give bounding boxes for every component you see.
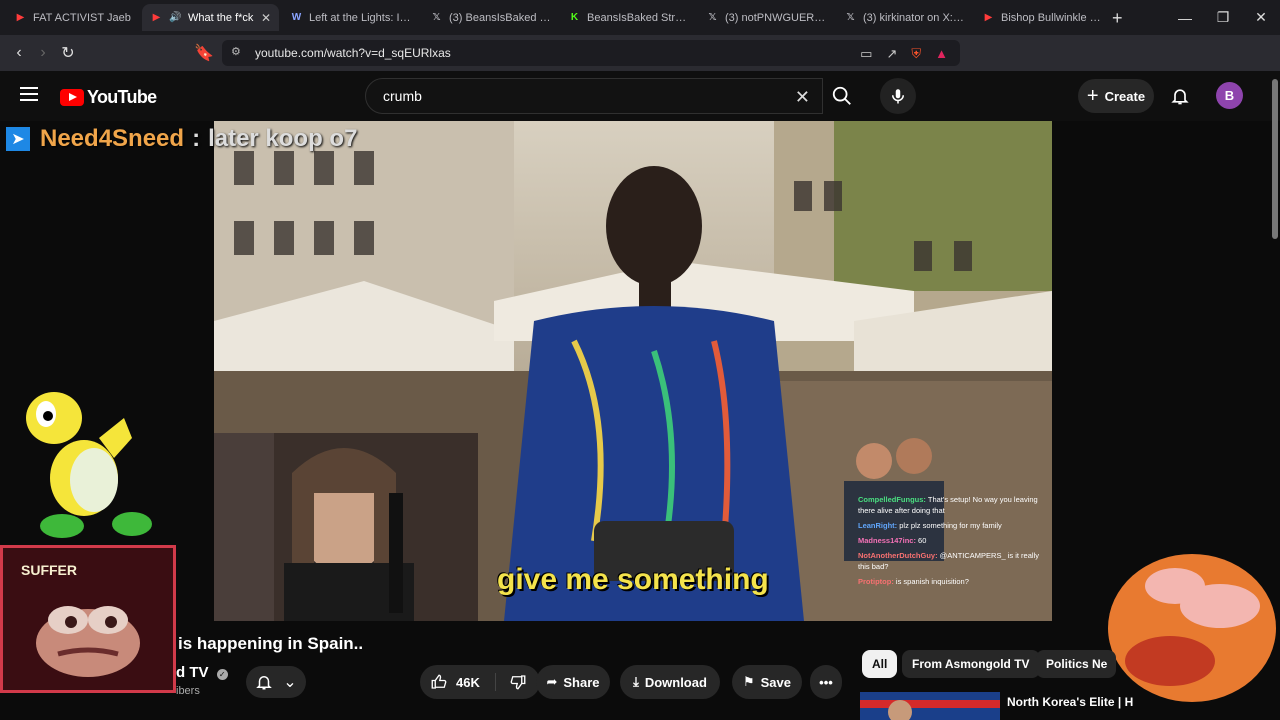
chat-line: Madness147inc: 60 — [858, 536, 927, 545]
minimize-icon[interactable]: — — [1166, 10, 1204, 26]
browser-tab-bar: ▶ FAT ACTIVIST Jaeb ▶ 🔊 What the f*ck ✕ … — [0, 0, 1280, 35]
more-actions-button[interactable]: ••• — [810, 665, 842, 699]
browser-tab[interactable]: 𝕏 (3) kirkinator on X: "N — [836, 4, 973, 31]
cast-icon[interactable]: ▭ — [860, 46, 872, 62]
chat-line: NotAnotherDutchGuy: @ANTICAMPERS_ is it … — [858, 551, 1039, 571]
chip-from-channel[interactable]: From Asmongold TV — [902, 650, 1040, 678]
x-icon: 𝕏 — [708, 12, 717, 23]
dislike-button[interactable] — [496, 673, 540, 691]
bookmark-icon[interactable]: 🔖 — [191, 40, 217, 66]
chat-line: LeanRight: plz plz something for my fami… — [858, 521, 1002, 530]
browser-tab[interactable]: 𝕏 (3) BeansIsBaked (@B — [422, 4, 559, 31]
close-window-icon[interactable]: ✕ — [1242, 9, 1280, 26]
account-avatar[interactable]: B — [1216, 82, 1243, 109]
reload-icon[interactable]: ↻ — [55, 40, 81, 66]
video-title: is happening in Spain.. — [178, 634, 364, 653]
restore-icon[interactable]: ❐ — [1204, 9, 1242, 26]
wordpress-icon: W — [291, 12, 302, 23]
notifications-button[interactable] — [1170, 85, 1190, 112]
verified-icon: ✓ — [216, 669, 228, 680]
x-icon: 𝕏 — [846, 12, 855, 23]
overlay-chat-log: CompelledFungus: That's setup! No way yo… — [858, 494, 1048, 587]
subscription-bell-button[interactable]: ⌄ — [246, 666, 306, 698]
more-icon: ••• — [819, 674, 833, 690]
bell-icon — [256, 676, 273, 690]
youtube-play-icon — [60, 89, 84, 106]
address-bar[interactable]: ⚙ youtube.com/watch?v=d_sqEURlxas ▭ ↗ ⛨ … — [222, 40, 960, 66]
browser-tab[interactable]: K BeansIsBaked Stream — [560, 4, 697, 31]
browser-tab-active[interactable]: ▶ 🔊 What the f*ck ✕ — [142, 4, 279, 31]
chat-username: Need4Sneed — [40, 125, 185, 152]
kick-icon: K — [570, 12, 579, 23]
chat-message: later koop o7 — [208, 125, 358, 152]
chevron-down-icon: ⌄ — [283, 674, 297, 691]
webcam-overlay — [214, 433, 478, 621]
chat-line: Protiptop: is spanish inquisition? — [858, 577, 969, 586]
thumbs-down-icon — [510, 675, 526, 690]
chat-line: CompelledFungus: That's setup! No way yo… — [858, 495, 1038, 515]
streamer-webcam-image — [214, 433, 478, 621]
download-icon: ⤓ — [633, 674, 639, 689]
subscriber-count: ibers — [176, 685, 200, 697]
koopa-mascot-image — [26, 392, 152, 538]
share-button[interactable]: ➦ Share — [536, 665, 610, 699]
download-button[interactable]: ⤓ Download — [620, 665, 720, 699]
plus-icon: + — [1086, 84, 1099, 107]
emote-image — [1108, 554, 1276, 702]
create-button[interactable]: + Create — [1078, 79, 1154, 113]
forward-icon[interactable]: › — [30, 40, 56, 66]
muted-youtube-icon: ▶ — [16, 12, 25, 23]
search-icon — [832, 86, 851, 105]
youtube-icon: ▶ — [984, 12, 993, 23]
kick-logo-icon: ➤ — [6, 127, 30, 151]
suffer-meme-panel: SUFFER — [0, 545, 176, 693]
window-controls: — ❐ ✕ — [1166, 0, 1280, 35]
browser-toolbar: ‹ › ↻ 🔖 ⚙ youtube.com/watch?v=d_sqEURlxa… — [0, 35, 1280, 95]
bell-icon — [1171, 89, 1189, 105]
url-text: youtube.com/watch?v=d_sqEURlxas — [255, 46, 451, 60]
search-button[interactable] — [822, 78, 862, 114]
recommended-thumbnail[interactable] — [860, 692, 1000, 720]
back-icon[interactable]: ‹ — [6, 40, 32, 66]
brave-shield-icon[interactable]: ⛨ — [911, 46, 921, 62]
browser-tab[interactable]: ▶ FAT ACTIVIST Jaeb — [6, 4, 143, 31]
video-subtitle: give me something — [497, 563, 769, 596]
youtube-logo[interactable]: YouTube — [60, 87, 157, 108]
clear-search-icon[interactable]: ✕ — [795, 87, 810, 108]
recommended-title[interactable]: North Korea's Elite | H — [1007, 695, 1167, 709]
channel-name[interactable]: d TV ✓ — [176, 664, 228, 681]
youtube-header: YouTube crumb ✕ + Create B — [0, 71, 1280, 121]
youtube-icon: ▶ — [152, 12, 161, 23]
chat-separator: : — [192, 125, 201, 152]
chip-all[interactable]: All — [862, 650, 898, 678]
site-settings-icon[interactable]: ⚙ — [231, 45, 241, 58]
thumbs-up-icon — [431, 674, 447, 689]
browser-tab[interactable]: ▶ Bishop Bullwinkle Hel — [974, 4, 1111, 31]
voice-search-button[interactable] — [880, 78, 916, 114]
search-input[interactable]: crumb ✕ — [365, 78, 823, 114]
browser-tab[interactable]: W Left at the Lights: Ima — [282, 4, 419, 31]
browser-tab[interactable]: 𝕏 (3) notPNWGUERRILL — [698, 4, 835, 31]
brave-rewards-icon[interactable]: ▲ — [935, 46, 948, 62]
new-tab-icon[interactable]: + — [1112, 8, 1123, 29]
scrollbar-thumb[interactable] — [1272, 79, 1278, 239]
like-button[interactable]: 46K — [420, 673, 496, 691]
featured-chat-message: ➤ Need4Sneed : later koop o7 — [6, 125, 357, 153]
speaker-icon: 🔊 — [169, 12, 182, 23]
microphone-icon — [892, 89, 904, 104]
chip-politics[interactable]: Politics Ne — [1036, 650, 1116, 678]
save-button[interactable]: ⚑ Save — [732, 665, 802, 699]
page-scrollbar[interactable] — [1270, 71, 1280, 720]
thumbnail-image — [860, 692, 1000, 720]
pepe-frog-image — [36, 606, 140, 677]
close-tab-icon[interactable]: ✕ — [261, 11, 271, 25]
share-icon: ➦ — [546, 674, 558, 689]
hamburger-menu-icon[interactable] — [20, 87, 38, 101]
like-dislike-group: 46K — [420, 665, 540, 699]
save-bookmark-icon: ⚑ — [742, 674, 755, 689]
share-page-icon[interactable]: ↗ — [886, 46, 897, 62]
x-icon: 𝕏 — [432, 12, 441, 23]
